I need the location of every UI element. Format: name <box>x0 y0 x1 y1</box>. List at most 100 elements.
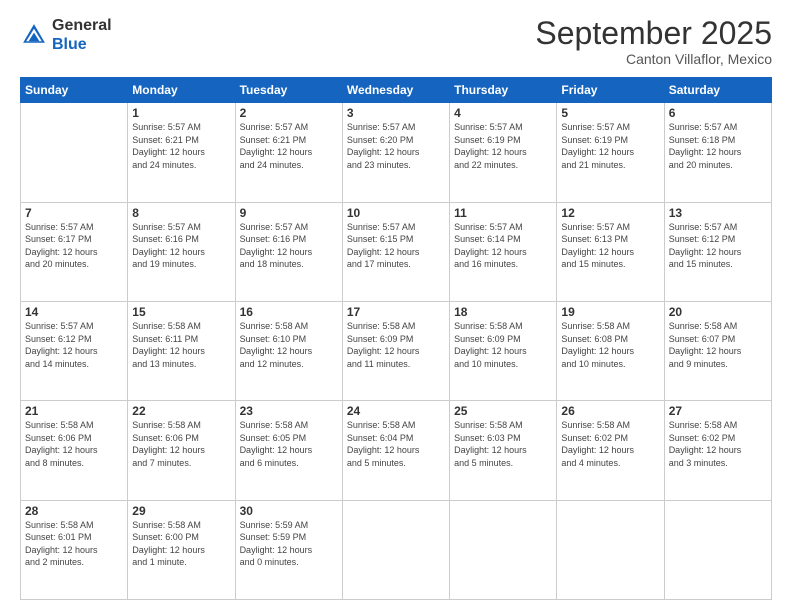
day-number: 29 <box>132 504 230 518</box>
table-row: 25Sunrise: 5:58 AM Sunset: 6:03 PM Dayli… <box>450 401 557 500</box>
table-row <box>342 500 449 599</box>
cell-info: Sunrise: 5:59 AM Sunset: 5:59 PM Dayligh… <box>240 519 338 569</box>
day-number: 8 <box>132 206 230 220</box>
day-number: 9 <box>240 206 338 220</box>
cell-info: Sunrise: 5:58 AM Sunset: 6:10 PM Dayligh… <box>240 320 338 370</box>
table-row: 24Sunrise: 5:58 AM Sunset: 6:04 PM Dayli… <box>342 401 449 500</box>
table-row: 21Sunrise: 5:58 AM Sunset: 6:06 PM Dayli… <box>21 401 128 500</box>
day-number: 14 <box>25 305 123 319</box>
day-number: 24 <box>347 404 445 418</box>
table-row: 9Sunrise: 5:57 AM Sunset: 6:16 PM Daylig… <box>235 202 342 301</box>
day-number: 10 <box>347 206 445 220</box>
calendar-week-row: 14Sunrise: 5:57 AM Sunset: 6:12 PM Dayli… <box>21 301 772 400</box>
table-row: 23Sunrise: 5:58 AM Sunset: 6:05 PM Dayli… <box>235 401 342 500</box>
cell-info: Sunrise: 5:57 AM Sunset: 6:15 PM Dayligh… <box>347 221 445 271</box>
table-row: 10Sunrise: 5:57 AM Sunset: 6:15 PM Dayli… <box>342 202 449 301</box>
logo: General Blue <box>20 16 112 54</box>
day-number: 2 <box>240 106 338 120</box>
day-number: 3 <box>347 106 445 120</box>
table-row: 8Sunrise: 5:57 AM Sunset: 6:16 PM Daylig… <box>128 202 235 301</box>
col-thursday: Thursday <box>450 78 557 103</box>
calendar-week-row: 7Sunrise: 5:57 AM Sunset: 6:17 PM Daylig… <box>21 202 772 301</box>
day-number: 22 <box>132 404 230 418</box>
cell-info: Sunrise: 5:58 AM Sunset: 6:09 PM Dayligh… <box>347 320 445 370</box>
table-row: 13Sunrise: 5:57 AM Sunset: 6:12 PM Dayli… <box>664 202 771 301</box>
day-number: 20 <box>669 305 767 319</box>
table-row: 11Sunrise: 5:57 AM Sunset: 6:14 PM Dayli… <box>450 202 557 301</box>
day-number: 18 <box>454 305 552 319</box>
cell-info: Sunrise: 5:57 AM Sunset: 6:17 PM Dayligh… <box>25 221 123 271</box>
cell-info: Sunrise: 5:57 AM Sunset: 6:16 PM Dayligh… <box>240 221 338 271</box>
table-row: 14Sunrise: 5:57 AM Sunset: 6:12 PM Dayli… <box>21 301 128 400</box>
day-number: 13 <box>669 206 767 220</box>
table-row: 16Sunrise: 5:58 AM Sunset: 6:10 PM Dayli… <box>235 301 342 400</box>
cell-info: Sunrise: 5:57 AM Sunset: 6:13 PM Dayligh… <box>561 221 659 271</box>
calendar-week-row: 28Sunrise: 5:58 AM Sunset: 6:01 PM Dayli… <box>21 500 772 599</box>
cell-info: Sunrise: 5:57 AM Sunset: 6:14 PM Dayligh… <box>454 221 552 271</box>
calendar-table: Sunday Monday Tuesday Wednesday Thursday… <box>20 77 772 600</box>
day-number: 4 <box>454 106 552 120</box>
day-number: 5 <box>561 106 659 120</box>
cell-info: Sunrise: 5:57 AM Sunset: 6:19 PM Dayligh… <box>454 121 552 171</box>
cell-info: Sunrise: 5:57 AM Sunset: 6:19 PM Dayligh… <box>561 121 659 171</box>
cell-info: Sunrise: 5:58 AM Sunset: 6:00 PM Dayligh… <box>132 519 230 569</box>
col-sunday: Sunday <box>21 78 128 103</box>
page: General Blue September 2025 Canton Villa… <box>0 0 792 612</box>
col-wednesday: Wednesday <box>342 78 449 103</box>
calendar-week-row: 21Sunrise: 5:58 AM Sunset: 6:06 PM Dayli… <box>21 401 772 500</box>
day-number: 12 <box>561 206 659 220</box>
table-row: 26Sunrise: 5:58 AM Sunset: 6:02 PM Dayli… <box>557 401 664 500</box>
col-monday: Monday <box>128 78 235 103</box>
table-row: 27Sunrise: 5:58 AM Sunset: 6:02 PM Dayli… <box>664 401 771 500</box>
day-number: 30 <box>240 504 338 518</box>
cell-info: Sunrise: 5:57 AM Sunset: 6:20 PM Dayligh… <box>347 121 445 171</box>
day-number: 16 <box>240 305 338 319</box>
logo-text: General Blue <box>52 16 112 54</box>
table-row: 7Sunrise: 5:57 AM Sunset: 6:17 PM Daylig… <box>21 202 128 301</box>
calendar-week-row: 1Sunrise: 5:57 AM Sunset: 6:21 PM Daylig… <box>21 103 772 202</box>
cell-info: Sunrise: 5:58 AM Sunset: 6:05 PM Dayligh… <box>240 419 338 469</box>
cell-info: Sunrise: 5:57 AM Sunset: 6:16 PM Dayligh… <box>132 221 230 271</box>
table-row: 4Sunrise: 5:57 AM Sunset: 6:19 PM Daylig… <box>450 103 557 202</box>
day-number: 11 <box>454 206 552 220</box>
cell-info: Sunrise: 5:58 AM Sunset: 6:03 PM Dayligh… <box>454 419 552 469</box>
header: General Blue September 2025 Canton Villa… <box>20 16 772 67</box>
table-row <box>450 500 557 599</box>
cell-info: Sunrise: 5:58 AM Sunset: 6:06 PM Dayligh… <box>132 419 230 469</box>
cell-info: Sunrise: 5:58 AM Sunset: 6:04 PM Dayligh… <box>347 419 445 469</box>
day-number: 6 <box>669 106 767 120</box>
cell-info: Sunrise: 5:58 AM Sunset: 6:06 PM Dayligh… <box>25 419 123 469</box>
cell-info: Sunrise: 5:58 AM Sunset: 6:02 PM Dayligh… <box>669 419 767 469</box>
table-row: 17Sunrise: 5:58 AM Sunset: 6:09 PM Dayli… <box>342 301 449 400</box>
table-row: 30Sunrise: 5:59 AM Sunset: 5:59 PM Dayli… <box>235 500 342 599</box>
cell-info: Sunrise: 5:58 AM Sunset: 6:07 PM Dayligh… <box>669 320 767 370</box>
day-number: 26 <box>561 404 659 418</box>
day-number: 1 <box>132 106 230 120</box>
cell-info: Sunrise: 5:58 AM Sunset: 6:02 PM Dayligh… <box>561 419 659 469</box>
day-number: 7 <box>25 206 123 220</box>
cell-info: Sunrise: 5:58 AM Sunset: 6:01 PM Dayligh… <box>25 519 123 569</box>
table-row: 29Sunrise: 5:58 AM Sunset: 6:00 PM Dayli… <box>128 500 235 599</box>
cell-info: Sunrise: 5:58 AM Sunset: 6:08 PM Dayligh… <box>561 320 659 370</box>
month-title: September 2025 <box>535 16 772 51</box>
cell-info: Sunrise: 5:57 AM Sunset: 6:12 PM Dayligh… <box>25 320 123 370</box>
col-friday: Friday <box>557 78 664 103</box>
table-row: 5Sunrise: 5:57 AM Sunset: 6:19 PM Daylig… <box>557 103 664 202</box>
day-number: 21 <box>25 404 123 418</box>
day-number: 15 <box>132 305 230 319</box>
col-saturday: Saturday <box>664 78 771 103</box>
table-row: 28Sunrise: 5:58 AM Sunset: 6:01 PM Dayli… <box>21 500 128 599</box>
day-number: 25 <box>454 404 552 418</box>
day-number: 28 <box>25 504 123 518</box>
table-row <box>557 500 664 599</box>
location: Canton Villaflor, Mexico <box>535 51 772 67</box>
day-number: 19 <box>561 305 659 319</box>
day-number: 23 <box>240 404 338 418</box>
table-row: 12Sunrise: 5:57 AM Sunset: 6:13 PM Dayli… <box>557 202 664 301</box>
cell-info: Sunrise: 5:58 AM Sunset: 6:09 PM Dayligh… <box>454 320 552 370</box>
table-row: 19Sunrise: 5:58 AM Sunset: 6:08 PM Dayli… <box>557 301 664 400</box>
calendar-header-row: Sunday Monday Tuesday Wednesday Thursday… <box>21 78 772 103</box>
table-row: 3Sunrise: 5:57 AM Sunset: 6:20 PM Daylig… <box>342 103 449 202</box>
table-row: 2Sunrise: 5:57 AM Sunset: 6:21 PM Daylig… <box>235 103 342 202</box>
table-row: 1Sunrise: 5:57 AM Sunset: 6:21 PM Daylig… <box>128 103 235 202</box>
